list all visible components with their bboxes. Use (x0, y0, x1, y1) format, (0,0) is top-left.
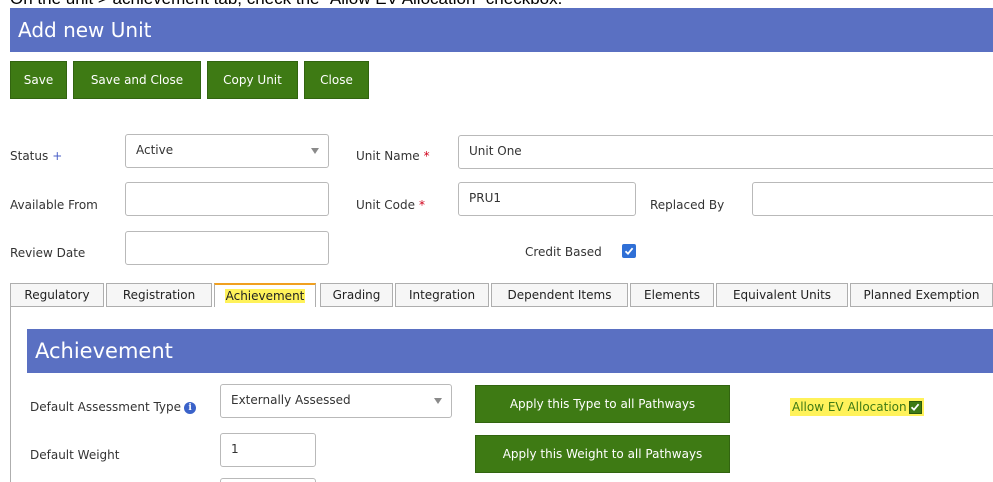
instruction-text: On the unit > achievement tab, check the… (10, 0, 990, 8)
tab-grading[interactable]: Grading (320, 283, 393, 307)
replaced-by-input[interactable] (752, 182, 993, 216)
tab-integration[interactable]: Integration (395, 283, 489, 307)
chevron-down-icon (311, 148, 319, 154)
unit-name-label: Unit Name * (356, 149, 430, 163)
unit-name-input[interactable]: Unit One (458, 135, 993, 169)
allow-ev-allocation-label: Allow EV Allocation (790, 398, 924, 416)
unit-code-required-marker: * (418, 198, 425, 212)
review-date-input[interactable] (125, 231, 329, 265)
checkmark-icon (910, 403, 920, 412)
unit-code-value: PRU1 (469, 191, 501, 205)
status-label: Status + (10, 149, 63, 163)
available-from-label: Available From (10, 198, 98, 212)
allow-ev-allocation-checkbox[interactable] (908, 400, 922, 414)
tab-bar: Regulatory Registration Achievement Grad… (10, 283, 993, 308)
unit-name-required-marker: * (423, 149, 430, 163)
default-weight-label: Default Weight (30, 448, 120, 462)
apply-weight-to-all-pathways-button[interactable]: Apply this Weight to all Pathways (475, 435, 730, 473)
save-button[interactable]: Save (10, 61, 67, 99)
achievement-section-header: Achievement (27, 329, 993, 373)
tab-achievement[interactable]: Achievement (214, 283, 316, 308)
status-select-value: Active (136, 143, 174, 157)
default-assessment-type-label: Default Assessment Type i (30, 400, 197, 414)
default-weight-value: 1 (231, 442, 239, 456)
replaced-by-label: Replaced By (650, 198, 725, 212)
chevron-down-icon (434, 398, 442, 404)
tab-registration[interactable]: Registration (106, 283, 212, 307)
next-field-input[interactable] (220, 478, 316, 482)
tab-elements[interactable]: Elements (630, 283, 714, 307)
tab-dependent-items[interactable]: Dependent Items (491, 283, 628, 307)
unit-name-value: Unit One (469, 144, 522, 158)
achievement-section-title: Achievement (35, 339, 173, 363)
tab-regulatory[interactable]: Regulatory (10, 283, 104, 307)
unit-code-input[interactable]: PRU1 (458, 182, 636, 216)
tab-planned-exemption[interactable]: Planned Exemption (850, 283, 993, 307)
apply-type-to-all-pathways-button[interactable]: Apply this Type to all Pathways (475, 385, 730, 423)
default-assessment-type-select[interactable]: Externally Assessed (220, 384, 452, 418)
page-title-bar: Add new Unit (10, 8, 993, 52)
credit-based-label: Credit Based (525, 245, 602, 259)
tab-equivalent-units[interactable]: Equivalent Units (716, 283, 848, 307)
info-icon[interactable]: i (184, 401, 197, 414)
status-select[interactable]: Active (125, 134, 329, 168)
available-from-input[interactable] (125, 182, 329, 216)
page-title: Add new Unit (18, 18, 152, 42)
status-required-marker: + (52, 149, 63, 163)
copy-unit-button[interactable]: Copy Unit (207, 61, 298, 99)
checkmark-icon (624, 247, 634, 256)
default-assessment-type-value: Externally Assessed (231, 393, 351, 407)
credit-based-checkbox[interactable] (622, 244, 636, 258)
close-button[interactable]: Close (304, 61, 369, 99)
default-weight-input[interactable]: 1 (220, 433, 316, 467)
review-date-label: Review Date (10, 246, 86, 260)
unit-code-label: Unit Code * (356, 198, 425, 212)
save-and-close-button[interactable]: Save and Close (73, 61, 201, 99)
